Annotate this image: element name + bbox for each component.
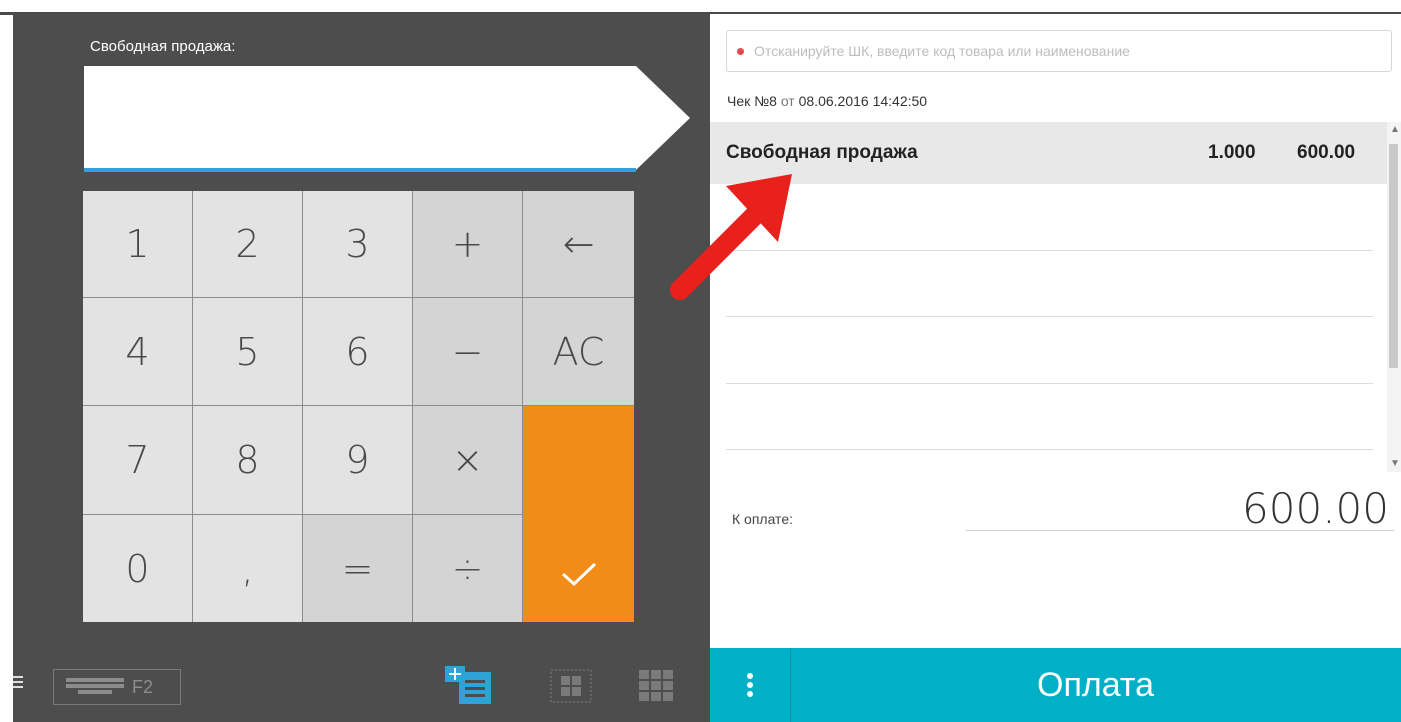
confirm-button[interactable] [523,406,634,622]
left-toolbar: F2 [13,664,710,722]
key-divide[interactable]: ÷ [413,515,523,622]
scroll-down-icon[interactable]: ▼ [1390,458,1400,469]
receipt-panel: Чек №8 от 08.06.2016 14:42:50 Свободная … [710,14,1401,722]
key-5[interactable]: 5 [193,298,303,406]
row-divider [726,449,1373,450]
amount-input[interactable] [84,66,690,176]
items-scrollbar[interactable]: ▲ ▼ [1387,122,1401,472]
receipt-datetime: 08.06.2016 14:42:50 [798,93,928,109]
key-7[interactable]: 7 [83,406,193,515]
free-sale-label: Свободная продажа: [90,38,236,55]
receipt-header: Чек №8 от 08.06.2016 14:42:50 [727,93,927,109]
key-4[interactable]: 4 [83,298,193,406]
key-clear[interactable]: AC [523,298,634,406]
numeric-keypad: 1 2 3 + ← 4 5 6 − AC 7 8 9 × 0 , = ÷ [83,191,634,622]
to-pay-label: К оплате: [732,511,793,527]
key-1[interactable]: 1 [83,191,193,298]
search-input[interactable] [752,42,1356,60]
receipt-number: Чек №8 [727,93,777,109]
more-vertical-icon [747,670,753,700]
key-minus[interactable]: − [413,298,523,406]
scroll-up-icon[interactable]: ▲ [1390,124,1400,135]
add-to-receipt-icon[interactable] [445,666,495,706]
row-divider [726,316,1373,317]
grid-small-icon[interactable] [549,668,593,704]
receipt-from-word: от [780,93,795,109]
menu-icon[interactable] [13,672,27,692]
key-2[interactable]: 2 [193,191,303,298]
keyboard-icon [66,678,124,694]
row-divider [726,383,1373,384]
scrollbar-thumb[interactable] [1389,144,1398,368]
key-9[interactable]: 9 [303,406,413,515]
key-8[interactable]: 8 [193,406,303,515]
more-options-button[interactable] [710,648,791,722]
to-pay-amount: 600.00 [1242,484,1389,533]
grid-large-icon[interactable] [637,668,677,704]
keyboard-button[interactable]: F2 [53,669,181,705]
keyboard-hotkey: F2 [132,676,154,697]
key-plus[interactable]: + [413,191,523,298]
key-6[interactable]: 6 [303,298,413,406]
checkmark-icon [561,562,596,587]
row-divider [726,250,1373,251]
search-field[interactable] [726,30,1392,72]
key-comma[interactable]: , [193,515,303,622]
pay-button[interactable]: Оплата [790,648,1401,722]
item-name: Свободная продажа [726,142,918,163]
item-sum: 600.00 [1297,142,1356,163]
receipt-items: Свободная продажа 1.000 600.00 [710,122,1387,462]
key-multiply[interactable]: × [413,406,523,515]
key-0[interactable]: 0 [83,515,193,622]
status-dot-icon [737,47,744,55]
key-equals[interactable]: = [303,515,413,622]
key-backspace[interactable]: ← [523,191,634,298]
receipt-item-row[interactable]: Свободная продажа 1.000 600.00 [710,122,1387,184]
pay-bar: Оплата [710,648,1401,722]
key-3[interactable]: 3 [303,191,413,298]
item-qty: 1.000 [1208,142,1256,163]
annotation-arrow-icon [670,174,792,300]
top-border [0,0,1401,15]
keypad-panel: Свободная продажа: 1 2 3 + ← 4 5 6 − AC … [13,14,710,722]
